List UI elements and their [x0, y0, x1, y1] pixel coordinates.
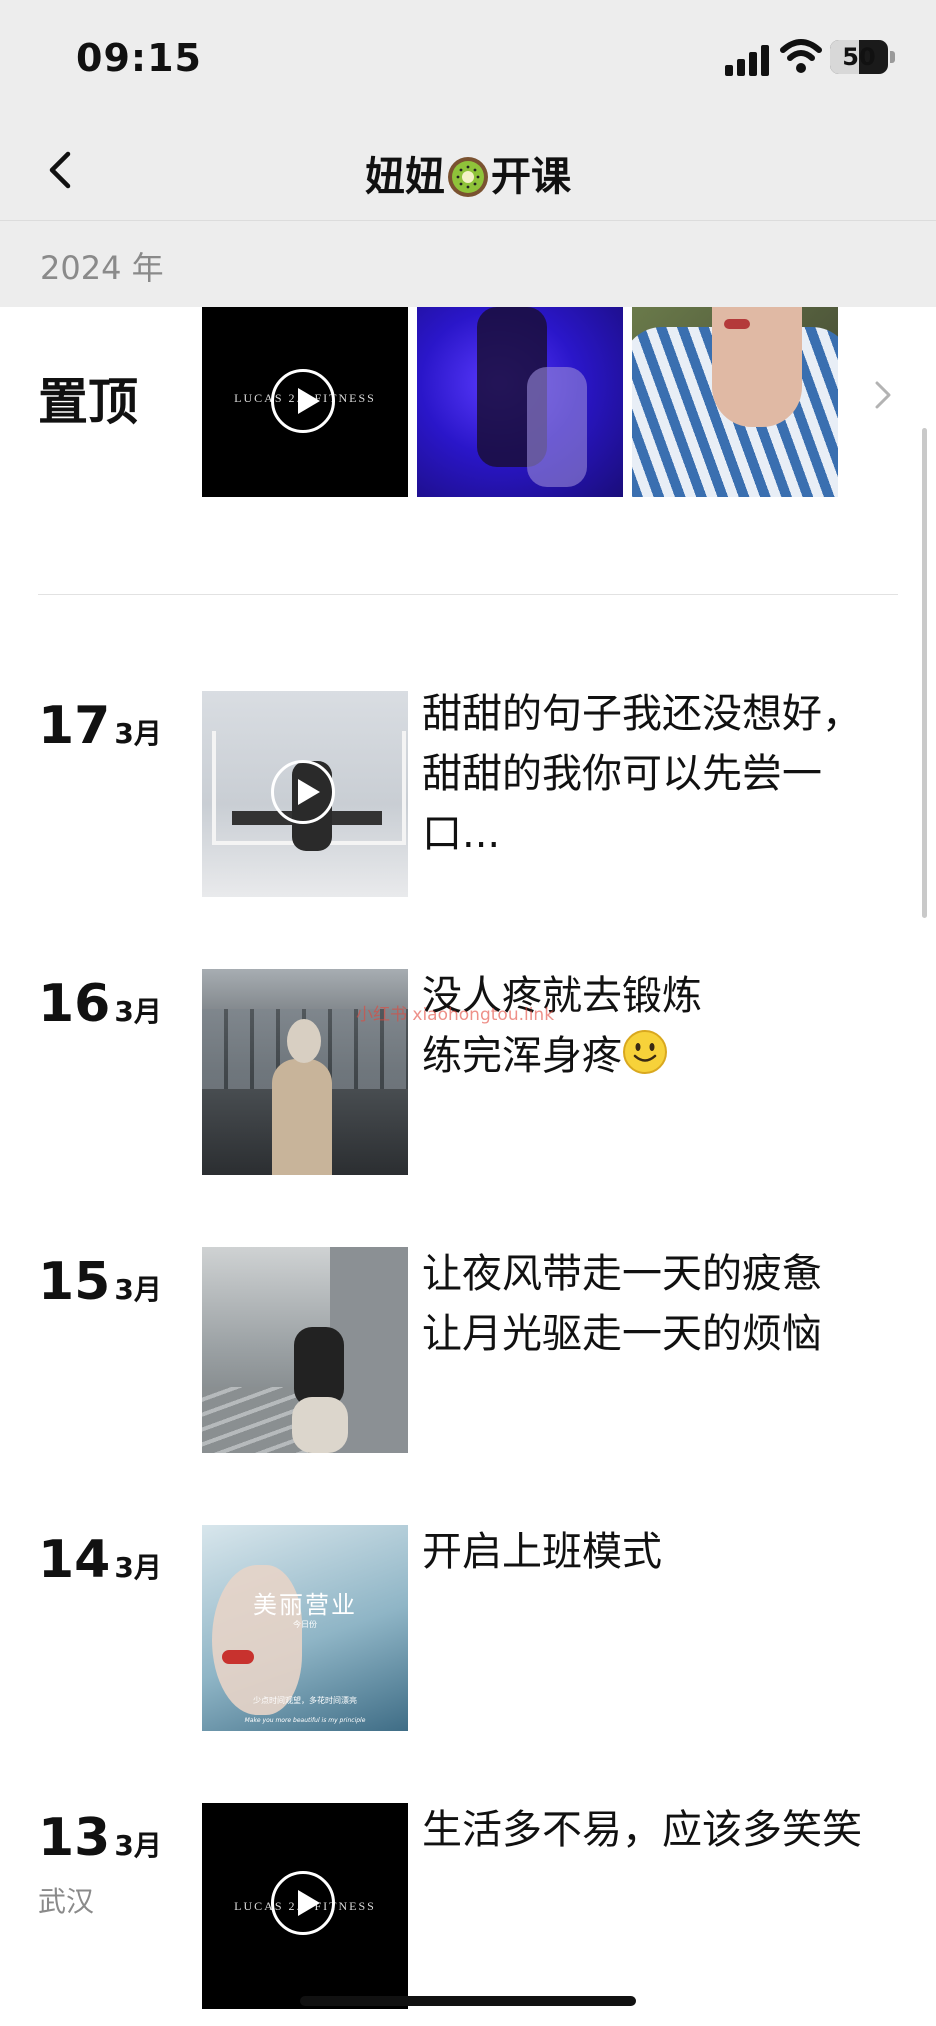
post-date: 15 3月 [38, 1256, 162, 1308]
play-icon [271, 1871, 335, 1935]
thumbnail-tagline: Make you more beautiful is my principle [244, 1717, 366, 1724]
pinned-thumbnail-photo-3[interactable] [632, 307, 838, 497]
post-day: 17 [38, 696, 111, 756]
post-month: 3月 [114, 995, 162, 1028]
play-icon [271, 760, 335, 824]
watermark-text: 小红书 xiaohongtou.link [356, 1005, 555, 1025]
post-date: 17 3月 [38, 700, 162, 752]
post-thumbnail-video[interactable]: LUCAS 2.0 FITNESS [202, 1803, 408, 2009]
post-month: 3月 [114, 1551, 162, 1584]
post-thumbnail-photo[interactable] [202, 1247, 408, 1453]
pinned-thumbnail-photo-2[interactable] [417, 307, 623, 497]
post-caption[interactable]: 开启上班模式 [422, 1522, 862, 1582]
post-caption[interactable]: 生活多不易，应该多笑笑 [422, 1800, 862, 1860]
post-caption[interactable]: 让夜风带走一天的疲惫 让月光驱走一天的烦恼 [422, 1244, 862, 1364]
post-thumbnail-photo[interactable]: 美丽营业 今日份 少点时间观望，多花时间漂亮 Make you more bea… [202, 1525, 408, 1731]
smiley-emoji-icon [623, 1030, 667, 1074]
post-caption[interactable]: 没人疼就去锻炼 练完浑身疼 [422, 966, 862, 1086]
pinned-thumbnail-video[interactable]: LUCAS 2.0 FITNESS [202, 307, 408, 497]
caption-line-2-text: 练完浑身疼 [422, 1033, 622, 1079]
kiwi-emoji-icon [448, 157, 488, 197]
battery-icon: 50 [830, 40, 888, 74]
post-month: 3月 [114, 717, 162, 750]
wifi-icon [780, 39, 822, 73]
post-location: 武汉 [38, 1885, 95, 1918]
post-month: 3月 [114, 1829, 162, 1862]
thumbnail-legs [292, 1397, 348, 1453]
post-day: 16 [38, 974, 111, 1034]
thumbnail-figure [294, 1327, 344, 1407]
section-divider [38, 594, 898, 595]
home-indicator[interactable] [300, 1996, 636, 2006]
thumbnail-caption: 少点时间观望，多花时间漂亮 [253, 1696, 357, 1705]
thumbnail-lips [222, 1650, 254, 1664]
title-name: 妞妞 [365, 154, 445, 200]
status-time: 09:15 [76, 36, 202, 80]
post-caption[interactable]: 甜甜的句子我还没想好，甜甜的我你可以先尝一口... [422, 684, 862, 864]
thumbnail-head [287, 1019, 321, 1063]
thumbnail-subtitle: 今日份 [293, 1620, 317, 1629]
status-bar: 09:15 50 [0, 0, 936, 120]
post-day: 14 [38, 1530, 111, 1590]
post-month: 3月 [114, 1273, 162, 1306]
caption-line-2: 让月光驱走一天的烦恼 [422, 1311, 822, 1357]
year-header: 2024 年 [0, 221, 936, 307]
cellular-signal-icon [725, 44, 769, 76]
caption-line-1: 让夜风带走一天的疲惫 [422, 1251, 822, 1297]
thumbnail-figure-highlight [527, 367, 587, 487]
post-day: 13 [38, 1808, 111, 1868]
post-date: 13 3月 [38, 1812, 162, 1864]
battery-nub [890, 51, 895, 63]
thumbnail-title: 美丽营业 [253, 1591, 357, 1619]
thumbnail-lips [724, 319, 750, 329]
chevron-right-icon[interactable] [868, 375, 898, 415]
year-label: 2024 年 [40, 249, 164, 287]
page-title: 妞妞 开课 [0, 144, 936, 202]
title-suffix: 开课 [491, 154, 571, 200]
nav-bar: 妞妞 开课 [0, 120, 936, 221]
post-date: 14 3月 [38, 1534, 162, 1586]
pinned-label: 置顶 [38, 373, 138, 431]
caption-line-2: 练完浑身疼 [422, 1026, 862, 1086]
scrollbar[interactable] [922, 428, 927, 918]
post-day: 15 [38, 1252, 111, 1312]
post-thumbnail-video[interactable] [202, 691, 408, 897]
play-icon [271, 369, 335, 433]
battery-level: 50 [842, 43, 876, 71]
thumbnail-figure [272, 1059, 332, 1175]
post-date: 16 3月 [38, 978, 162, 1030]
